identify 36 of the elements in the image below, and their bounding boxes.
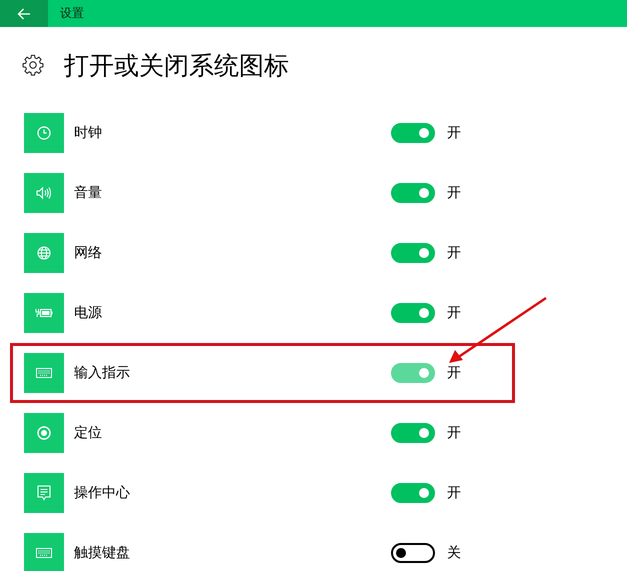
toggle-state: 开 (447, 244, 461, 262)
setting-label: 音量 (74, 184, 103, 202)
speaker-icon (36, 186, 52, 200)
toggle-state: 开 (447, 124, 461, 142)
setting-label: 网络 (74, 244, 103, 262)
setting-label: 触摸键盘 (74, 544, 131, 562)
toggle-switch[interactable] (391, 483, 435, 503)
toggle-state: 开 (447, 304, 461, 322)
toggle-state: 关 (447, 544, 461, 562)
keyboard-icon (36, 368, 52, 378)
toggle-state: 开 (447, 184, 461, 202)
battery-plug-icon (35, 307, 53, 319)
page-title: 打开或关闭系统图标 (64, 50, 289, 82)
toggle-state: 开 (447, 424, 461, 442)
toggle-state: 开 (447, 364, 461, 382)
setting-label: 定位 (74, 424, 103, 442)
toggle-switch[interactable] (391, 243, 435, 263)
toggle-switch[interactable] (391, 183, 435, 203)
window-title: 设置 (60, 5, 84, 22)
toggle-switch[interactable] (391, 123, 435, 143)
globe-icon (37, 246, 51, 260)
toggle-state: 开 (447, 484, 461, 502)
keyboard-icon (36, 548, 52, 558)
toggle-switch[interactable] (391, 543, 435, 563)
back-arrow-icon (17, 8, 31, 20)
setting-label: 输入指示 (74, 364, 131, 382)
setting-label: 操作中心 (74, 484, 131, 502)
toggle-switch[interactable] (391, 303, 435, 323)
setting-label: 电源 (74, 304, 103, 322)
settings-icon (22, 54, 44, 76)
clock-icon (37, 126, 51, 140)
message-icon (37, 485, 51, 501)
back-button[interactable] (0, 0, 48, 27)
location-icon (37, 426, 51, 440)
toggle-switch[interactable] (391, 423, 435, 443)
setting-label: 时钟 (74, 124, 103, 142)
